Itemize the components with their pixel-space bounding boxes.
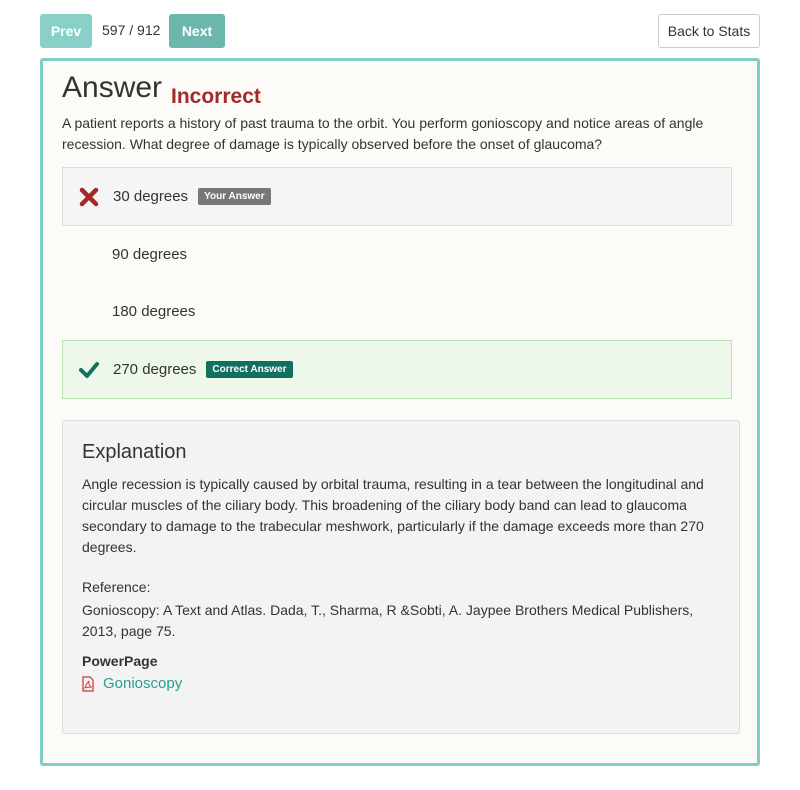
option-1[interactable]: 30 degrees Your Answer xyxy=(62,167,732,226)
option-2[interactable]: 90 degrees xyxy=(62,225,732,284)
powerpage-link-text[interactable]: Gonioscopy xyxy=(103,675,182,692)
correct-answer-badge: Correct Answer xyxy=(206,361,293,379)
your-answer-badge: Your Answer xyxy=(198,188,271,206)
answer-heading: Answer xyxy=(62,71,163,104)
question-text: A patient reports a history of past trau… xyxy=(62,115,704,152)
question-counter: 597 / 912 xyxy=(102,22,161,38)
answer-panel: Answer Incorrect A patient reports a his… xyxy=(40,58,760,766)
back-to-stats-button[interactable]: Back to Stats xyxy=(658,14,760,48)
powerpage-label: PowerPage xyxy=(82,653,158,669)
x-mark-icon xyxy=(79,187,99,206)
explanation-title: Explanation xyxy=(82,441,187,463)
reference-text: Gonioscopy: A Text and Atlas. Dada, T., … xyxy=(82,602,694,639)
explanation-body: Angle recession is typically caused by o… xyxy=(82,476,704,555)
next-button[interactable]: Next xyxy=(169,14,225,48)
option-label: 180 degrees xyxy=(112,303,196,320)
option-label: 90 degrees xyxy=(112,246,188,263)
prev-button[interactable]: Prev xyxy=(40,14,92,48)
pdf-file-icon xyxy=(82,675,94,692)
option-label: 270 degrees Correct Answer xyxy=(113,361,293,379)
explanation-box: Explanation Angle recession is typically… xyxy=(62,420,740,734)
reference-label: Reference: xyxy=(82,579,151,595)
checkmark-icon xyxy=(79,361,99,378)
powerpage-link[interactable]: Gonioscopy xyxy=(82,675,182,692)
navigation-bar: Prev 597 / 912 Next Back to Stats xyxy=(40,14,760,48)
option-4[interactable]: 270 degrees Correct Answer xyxy=(62,340,732,399)
option-label: 30 degrees Your Answer xyxy=(113,188,271,206)
result-label: Incorrect xyxy=(171,85,261,108)
option-3[interactable]: 180 degrees xyxy=(62,282,732,341)
